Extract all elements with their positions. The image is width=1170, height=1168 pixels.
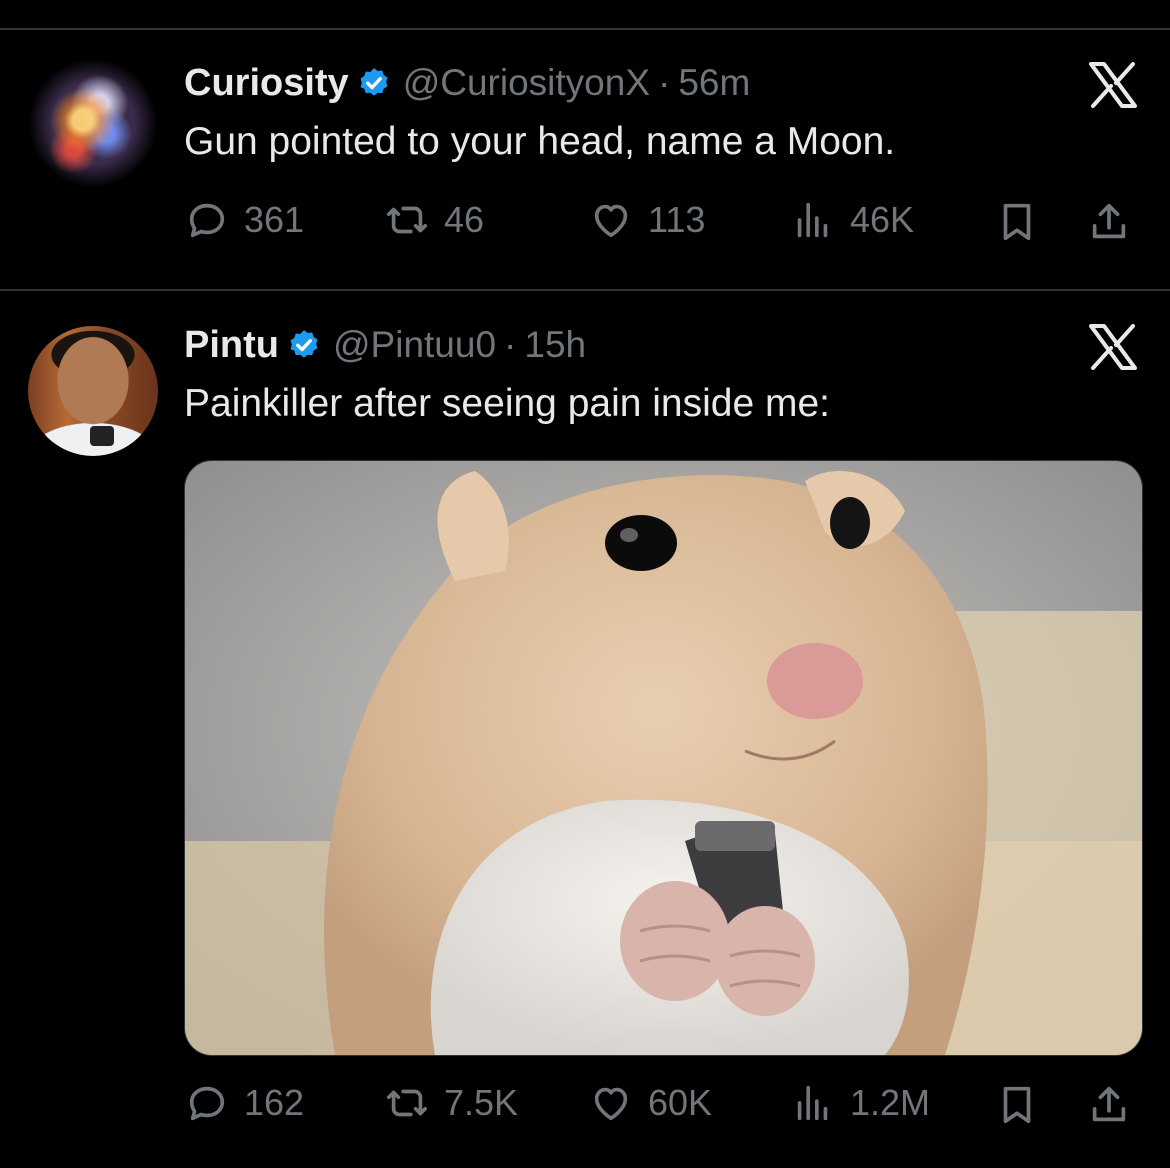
- views-icon: [797, 1085, 828, 1121]
- avatar[interactable]: [28, 58, 158, 188]
- display-name[interactable]: Pintu: [184, 324, 279, 367]
- handle[interactable]: @CuriosityonX: [403, 62, 650, 104]
- repost-button[interactable]: 7.5K: [384, 1080, 518, 1126]
- tweet-curiosity[interactable]: Curiosity @CuriosityonX · 56m Gun pointe…: [0, 0, 1170, 290]
- views-button[interactable]: 46K: [790, 197, 914, 243]
- x-logo-icon[interactable]: [1088, 62, 1138, 108]
- verified-badge-icon: [290, 330, 318, 358]
- share-icon[interactable]: [1086, 199, 1132, 245]
- share-icon[interactable]: [1086, 1082, 1132, 1128]
- tweet-text: Gun pointed to your head, name a Moon.: [184, 120, 896, 163]
- like-count: 113: [648, 199, 706, 240]
- reply-button[interactable]: 361: [184, 197, 304, 243]
- camera-shape: [90, 426, 114, 446]
- timestamp[interactable]: 56m: [678, 62, 750, 104]
- tweet-media-image[interactable]: [184, 460, 1143, 1056]
- reply-icon: [189, 1086, 225, 1121]
- views-count: 46K: [850, 199, 915, 240]
- separator-dot: ·: [504, 324, 517, 365]
- timestamp[interactable]: 15h: [524, 324, 586, 366]
- tweet-header: Curiosity @CuriosityonX · 56m: [184, 58, 750, 108]
- avatar[interactable]: [28, 326, 158, 456]
- reply-count: 162: [244, 1082, 305, 1123]
- like-button[interactable]: 113: [588, 197, 705, 243]
- repost-icon: [386, 206, 428, 234]
- hamster-illustration: [185, 461, 1142, 1055]
- action-bar: 361 46 113 46K: [0, 197, 1170, 247]
- verified-badge-icon: [360, 68, 388, 96]
- like-count: 60K: [648, 1082, 713, 1123]
- repost-count: 46: [444, 199, 485, 240]
- tweet-header: Pintu @Pintuu0 · 15h: [184, 320, 586, 370]
- like-icon: [594, 204, 628, 238]
- repost-icon: [386, 1089, 428, 1117]
- separator-dot: ·: [658, 62, 671, 103]
- action-bar: 162 7.5K 60K 1.2M: [0, 1080, 1170, 1130]
- reply-count: 361: [244, 199, 305, 240]
- handle[interactable]: @Pintuu0: [333, 324, 496, 366]
- like-button[interactable]: 60K: [588, 1080, 712, 1126]
- reply-button[interactable]: 162: [184, 1080, 304, 1126]
- reply-icon: [189, 203, 225, 238]
- views-button[interactable]: 1.2M: [790, 1080, 930, 1126]
- x-logo-icon[interactable]: [1088, 324, 1138, 370]
- bookmark-icon[interactable]: [994, 199, 1040, 245]
- views-count: 1.2M: [850, 1082, 931, 1123]
- tweet-text: Painkiller after seeing pain inside me:: [184, 382, 831, 425]
- views-icon: [797, 202, 828, 238]
- bookmark-icon[interactable]: [994, 1082, 1040, 1128]
- display-name[interactable]: Curiosity: [184, 62, 349, 105]
- repost-count: 7.5K: [444, 1082, 519, 1123]
- like-icon: [594, 1087, 628, 1121]
- repost-button[interactable]: 46: [384, 197, 484, 243]
